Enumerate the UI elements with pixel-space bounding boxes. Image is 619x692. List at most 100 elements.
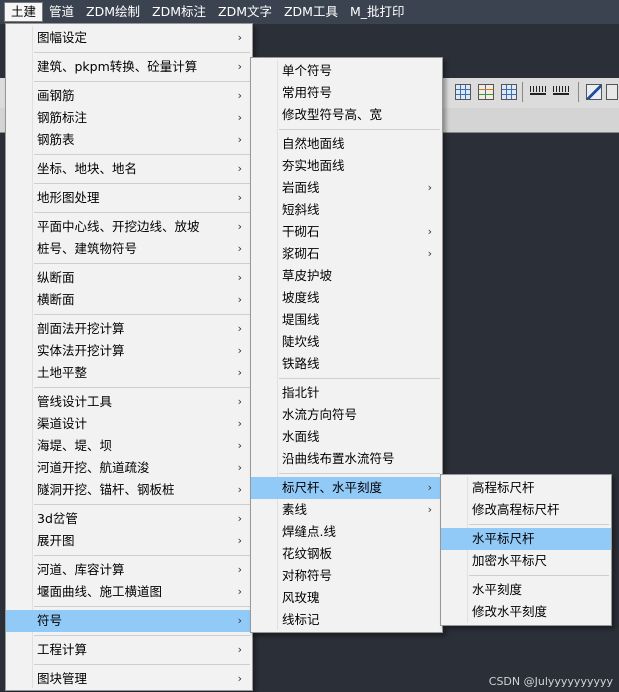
menu1-item[interactable]: 钢筋表 › [6,129,252,151]
menu1-item[interactable]: 渠道设计 › [6,413,252,435]
table-edit-icon[interactable] [501,84,517,100]
menu1-item[interactable]: 隧洞开挖、锚杆、钢板桩 › [6,479,252,501]
menubar-item-zdm-draw[interactable]: ZDM绘制 [80,2,146,22]
chevron-right-icon: › [237,60,242,73]
menu1-item[interactable]: 3d岔管 › [6,508,252,530]
menubar-item-guandao[interactable]: 管道 [43,2,80,22]
menu-separator [279,378,440,379]
menu2-item[interactable]: 指北针 [251,382,442,404]
menu-separator [34,314,250,315]
menu2-item[interactable]: 干砌石 › [251,221,442,243]
menu2-item[interactable]: 铁路线 [251,353,442,375]
menu-items: 高程标尺杆修改高程标尺杆水平标尺杆 加密水平标尺 水平刻度 修改水平刻度 [441,475,611,623]
menu2-item[interactable]: 自然地面线 [251,133,442,155]
toolbar-separator [578,82,579,102]
menu2-item[interactable]: 水流方向符号 [251,404,442,426]
ruler-scale-icon[interactable] [553,84,569,100]
menu-items: 单个符号 常用符号 修改型符号高、宽 自然地面线 夯实地面线 岩面线 › 短斜线 干砌石 › 浆砌石… [251,58,442,631]
menu-item-label: 修改高程标尺杆 [472,502,560,517]
table-icon[interactable] [455,84,471,100]
chevron-right-icon: › [237,366,242,379]
menu2-item[interactable]: 草皮护坡 [251,265,442,287]
menu3-item[interactable]: 水平标尺杆 [441,528,611,550]
menu-item-label: 浆砌石 [282,246,320,261]
menu2-item[interactable]: 浆砌石 › [251,243,442,265]
color-table-icon[interactable] [478,84,494,100]
menu1-item[interactable]: 海堤、堤、坝 › [6,435,252,457]
menu2-item[interactable]: 素线 › [251,499,442,521]
menu-item-label: 铁路线 [282,356,320,371]
menubar-item-zdm-text[interactable]: ZDM文字 [212,2,278,22]
menu1-item[interactable]: 管线设计工具 › [6,391,252,413]
pen-icon[interactable] [586,84,602,100]
menu1-item[interactable]: 钢筋标注 › [6,107,252,129]
menu2-item[interactable]: 单个符号 [251,60,442,82]
menu-item-label: 河道开挖、航道疏浚 [37,460,150,475]
menu3-item[interactable]: 高程标尺杆 [441,477,611,499]
menu-item-label: 单个符号 [282,63,333,78]
menu1-item[interactable]: 画钢筋 › [6,85,252,107]
menu2-item[interactable]: 修改型符号高、宽 [251,104,442,126]
menu1-item[interactable]: 土地平整 › [6,362,252,384]
toolbar-more-icon[interactable] [606,84,618,100]
menu2-item[interactable]: 常用符号 [251,82,442,104]
menu1-item[interactable]: 横断面 › [6,289,252,311]
menu1-item[interactable]: 纵断面 › [6,267,252,289]
menu-separator [34,635,250,636]
menu3-item[interactable]: 加密水平标尺 [441,550,611,572]
menu1-item[interactable]: 堰面曲线、施工横道图 › [6,581,252,603]
chevron-right-icon: › [427,247,432,260]
menu1-item[interactable]: 图幅设定 › [6,27,252,49]
menu2-item[interactable]: 陡坎线 [251,331,442,353]
chevron-right-icon: › [237,271,242,284]
menu2-item[interactable]: 夯实地面线 [251,155,442,177]
menu1-item[interactable]: 地形图处理 › [6,187,252,209]
menu2-item[interactable]: 对称符号 [251,565,442,587]
menu-item-label: 常用符号 [282,85,333,100]
menu1-item[interactable]: 实体法开挖计算 › [6,340,252,362]
chevron-right-icon: › [237,534,242,547]
menu1-item[interactable]: 符号 › [6,610,252,632]
menu1-item[interactable]: 河道开挖、航道疏浚 › [6,457,252,479]
menu1-item[interactable]: 河道、库容计算 › [6,559,252,581]
chevron-right-icon: › [237,461,242,474]
menu2-item[interactable]: 堤围线 [251,309,442,331]
menu2-item[interactable]: 短斜线 [251,199,442,221]
menu-item-label: 隧洞开挖、锚杆、钢板桩 [37,482,175,497]
menu2-item[interactable]: 线标记 [251,609,442,631]
menu1-item[interactable]: 图块管理 › [6,668,252,690]
menu2-item[interactable]: 标尺杆、水平刻度 › [251,477,442,499]
chevron-right-icon: › [237,89,242,102]
menu2-item[interactable]: 花纹钢板 [251,543,442,565]
chevron-right-icon: › [237,162,242,175]
menu1-item[interactable]: 工程计算 › [6,639,252,661]
menu-item-label: 剖面法开挖计算 [37,321,125,336]
menu1-item[interactable]: 展开图 › [6,530,252,552]
ruler-icon[interactable] [530,84,546,100]
menu2-item[interactable]: 岩面线 › [251,177,442,199]
menu1-item[interactable]: 桩号、建筑物符号 › [6,238,252,260]
menu-item-label: 风玫瑰 [282,590,320,605]
menu2-item[interactable]: 焊缝点.线 [251,521,442,543]
menubar-item-zdm-tools[interactable]: ZDM工具 [278,2,344,22]
menubar-item-zdm-annotate[interactable]: ZDM标注 [146,2,212,22]
menubar-item-batch-print[interactable]: M_批打印 [344,2,411,22]
chevron-right-icon: › [237,242,242,255]
menu3-item[interactable]: 修改水平刻度 [441,601,611,623]
menu3-item[interactable]: 水平刻度 [441,579,611,601]
menu2-item[interactable]: 坡度线 [251,287,442,309]
menu2-item[interactable]: 沿曲线布置水流符号 [251,448,442,470]
menu-item-label: 标尺杆、水平刻度 [282,480,383,495]
menu2-item[interactable]: 风玫瑰 [251,587,442,609]
menu-item-label: 线标记 [282,612,320,627]
menu1-item[interactable]: 坐标、地块、地名 › [6,158,252,180]
menu3-item[interactable]: 修改高程标尺杆 [441,499,611,521]
menu2-item[interactable]: 水面线 [251,426,442,448]
menu-item-label: 3d岔管 [37,511,78,526]
menu1-item[interactable]: 建筑、pkpm转换、砼量计算 › [6,56,252,78]
menu1-item[interactable]: 平面中心线、开挖边线、放坡 › [6,216,252,238]
menu-item-label: 焊缝点.线 [282,524,336,539]
menubar-item-tujian[interactable]: 土建 [4,2,44,22]
menu1-item[interactable]: 剖面法开挖计算 › [6,318,252,340]
menu-item-label: 堰面曲线、施工横道图 [37,584,163,599]
